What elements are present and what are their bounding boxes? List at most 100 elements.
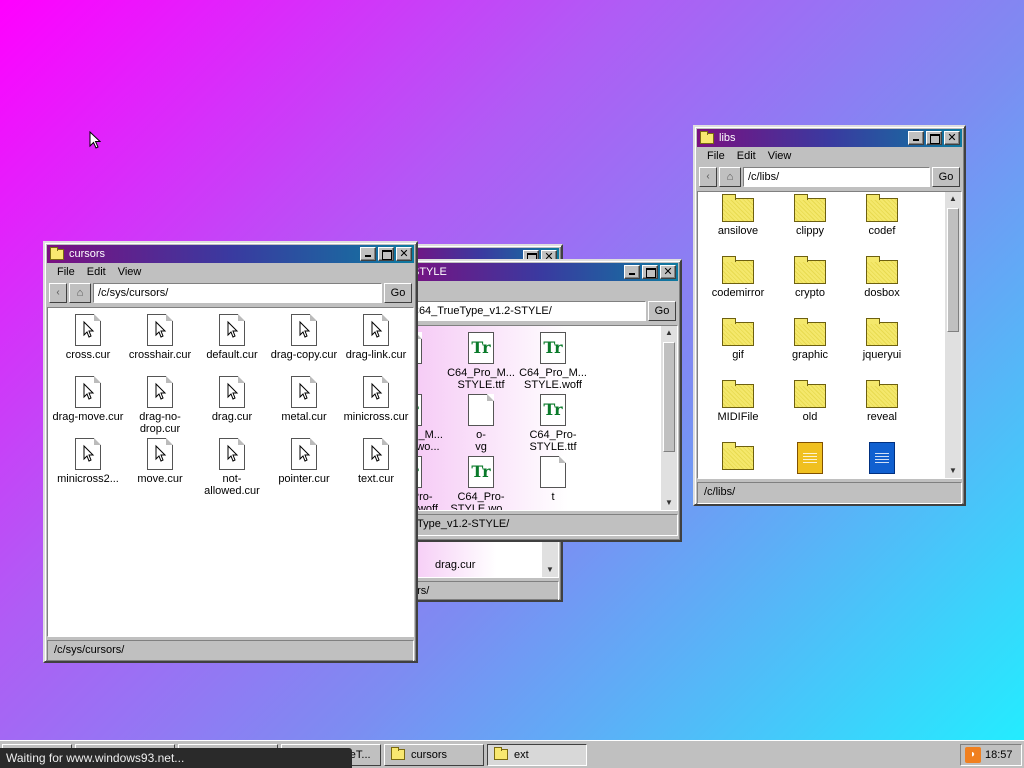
scroll-thumb[interactable] [947, 208, 959, 332]
go-button[interactable]: Go [932, 167, 960, 187]
menu-file[interactable]: File [51, 266, 81, 278]
file-item[interactable]: old [774, 380, 846, 442]
go-button[interactable]: Go [384, 283, 412, 303]
file-item[interactable]: crosshair.cur [124, 314, 196, 376]
file-item[interactable]: cross.cur [52, 314, 124, 376]
address-input[interactable]: /c/sys/cursors/ [93, 283, 382, 303]
address-bar: ‹ ⌂ /c/libs/ Go [697, 165, 962, 189]
list-item[interactable]: drag.cur [435, 559, 475, 571]
folder-icon [794, 256, 826, 284]
file-item[interactable]: minicross.cur [340, 376, 412, 438]
menu-file[interactable]: File [701, 150, 731, 162]
scroll-down-icon[interactable]: ▼ [542, 563, 558, 577]
file-item[interactable]: metal.cur [268, 376, 340, 438]
window-style-titlebar[interactable]: STYLE ✕ [404, 263, 678, 281]
minimize-button[interactable] [908, 131, 924, 145]
window-cursors-titlebar[interactable]: cursors ✕ [47, 245, 414, 263]
file-item[interactable] [702, 442, 774, 478]
close-button[interactable]: ✕ [944, 131, 960, 145]
file-item[interactable]: pointer.cur [268, 438, 340, 500]
file-label: drag-move.cur [52, 411, 124, 423]
folder-icon [794, 318, 826, 346]
file-item[interactable]: Tr C64_Pro_M... STYLE.ttf [445, 332, 517, 394]
cursor-file-icon [75, 438, 101, 470]
font-file-icon: Tr [540, 394, 566, 426]
home-icon[interactable]: ⌂ [69, 283, 91, 303]
file-item[interactable]: MIDIFile [702, 380, 774, 442]
file-item[interactable]: ansilove [702, 194, 774, 256]
maximize-button[interactable] [642, 265, 658, 279]
address-input[interactable]: /c/libs/ [743, 167, 930, 187]
file-item[interactable]: drag-no-drop.cur [124, 376, 196, 438]
minimize-button[interactable] [624, 265, 640, 279]
scroll-down-icon[interactable]: ▼ [945, 464, 961, 478]
window-style[interactable]: STYLE ✕ C64_TrueType_v1.2-STYLE/ Go M...… [400, 259, 682, 542]
file-item[interactable]: drag-move.cur [52, 376, 124, 438]
back-arrow-icon[interactable]: ‹ [49, 283, 67, 303]
file-item[interactable]: drag-link.cur [340, 314, 412, 376]
back-arrow-icon[interactable]: ‹ [699, 167, 717, 187]
file-item[interactable]: drag.cur [196, 376, 268, 438]
file-item[interactable]: Tr C64_Pro- STYLE.wo... [445, 456, 517, 510]
taskbar-button-cursors[interactable]: cursors [384, 743, 484, 766]
file-label: metal.cur [281, 411, 327, 423]
menu-edit[interactable]: Edit [81, 266, 112, 278]
scroll-up-icon[interactable]: ▲ [945, 192, 961, 206]
cursor-file-icon [219, 376, 245, 408]
menu-edit[interactable]: Edit [731, 150, 762, 162]
file-item[interactable]: not-allowed.cur [196, 438, 268, 500]
file-label: crypto [795, 287, 825, 299]
file-item[interactable]: codef [846, 194, 918, 256]
menu-view[interactable]: View [112, 266, 148, 278]
home-icon[interactable]: ⌂ [719, 167, 741, 187]
file-item[interactable] [774, 442, 846, 478]
vertical-scrollbar[interactable]: ▲ ▼ [661, 326, 677, 510]
file-item[interactable]: t [517, 456, 589, 510]
cursor-file-icon [291, 376, 317, 408]
window-cursors[interactable]: cursors ✕ File Edit View ‹ ⌂ /c/sys/curs… [43, 241, 418, 663]
file-item[interactable]: text.cur [340, 438, 412, 500]
cursor-file-icon [219, 438, 245, 470]
window-title: libs [719, 132, 736, 144]
file-item[interactable]: clippy [774, 194, 846, 256]
scroll-up-icon[interactable]: ▲ [661, 326, 677, 340]
file-item[interactable]: default.cur [196, 314, 268, 376]
file-item[interactable] [846, 442, 918, 478]
folder-icon [866, 256, 898, 284]
scroll-down-icon[interactable]: ▼ [661, 496, 677, 510]
address-input[interactable]: C64_TrueType_v1.2-STYLE/ [406, 301, 646, 321]
file-item[interactable]: Tr C64_Pro_M... STYLE.woff [517, 332, 589, 394]
file-item[interactable]: minicross2... [52, 438, 124, 500]
taskbar-button-ext[interactable]: ext [487, 743, 587, 766]
document-icon [797, 442, 823, 474]
folder-icon [866, 318, 898, 346]
file-item[interactable]: jqueryui [846, 318, 918, 380]
file-label: graphic [791, 349, 829, 361]
file-item[interactable]: Tr C64_Pro- STYLE.ttf [517, 394, 589, 456]
file-item[interactable]: drag-copy.cur [268, 314, 340, 376]
taskbar-label: cursors [411, 748, 448, 761]
menu-view[interactable]: View [762, 150, 798, 162]
scroll-thumb[interactable] [663, 342, 675, 452]
file-item[interactable]: graphic [774, 318, 846, 380]
file-item[interactable]: reveal [846, 380, 918, 442]
file-item[interactable]: o- vg [445, 394, 517, 456]
file-item[interactable]: crypto [774, 256, 846, 318]
file-item[interactable]: gif [702, 318, 774, 380]
maximize-button[interactable] [926, 131, 942, 145]
close-button[interactable]: ✕ [660, 265, 676, 279]
file-item[interactable]: codemirror [702, 256, 774, 318]
folder-icon [494, 747, 508, 760]
window-libs-titlebar[interactable]: libs ✕ [697, 129, 962, 147]
close-button[interactable]: ✕ [396, 247, 412, 261]
vertical-scrollbar[interactable]: ▲ ▼ [945, 192, 961, 478]
maximize-button[interactable] [378, 247, 394, 261]
minimize-button[interactable] [360, 247, 376, 261]
file-item[interactable]: move.cur [124, 438, 196, 500]
rss-icon[interactable]: ◗ [965, 747, 981, 763]
file-label: dosbox [864, 287, 900, 299]
window-libs[interactable]: libs ✕ File Edit View ‹ ⌂ /c/libs/ Go an… [693, 125, 966, 506]
go-button[interactable]: Go [648, 301, 676, 321]
file-label: C64_Pro_M... STYLE.woff [519, 367, 587, 391]
file-item[interactable]: dosbox [846, 256, 918, 318]
